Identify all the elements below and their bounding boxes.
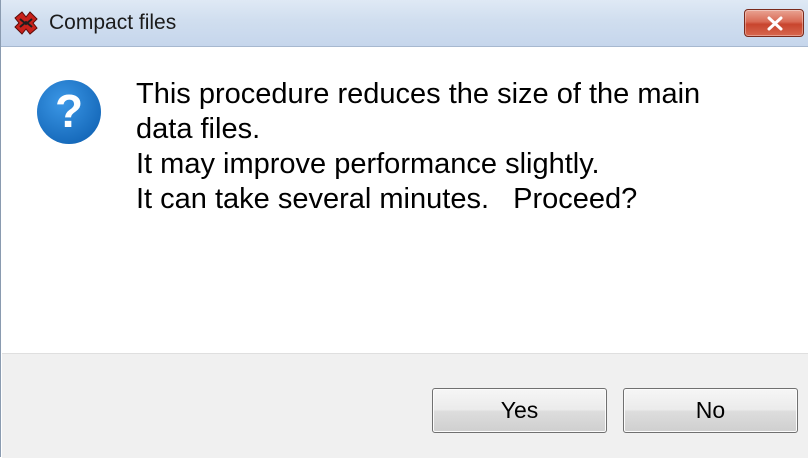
message-line: This procedure reduces the size of the m… [136,78,701,110]
message-text: This procedure reduces the size of the m… [136,77,796,217]
close-button[interactable] [744,9,804,37]
title-bar[interactable]: Compact files [1,0,808,47]
dialog-window: Compact files ? This procedure reduces t… [0,0,808,458]
button-bar: Yes No [2,353,808,458]
dialog-content: ? This procedure reduces the size of the… [2,47,808,353]
message-line: data files. [136,113,261,145]
message-line: It can take several minutes. Proceed? [136,183,638,215]
yes-button[interactable]: Yes [432,388,607,433]
message-line: It may improve performance slightly. [136,148,600,180]
no-button[interactable]: No [623,388,798,433]
question-mark-glyph: ? [55,85,83,137]
compact-files-app-icon [14,11,38,35]
window-title: Compact files [49,11,177,34]
close-icon [767,16,783,31]
question-icon: ? [37,80,101,144]
